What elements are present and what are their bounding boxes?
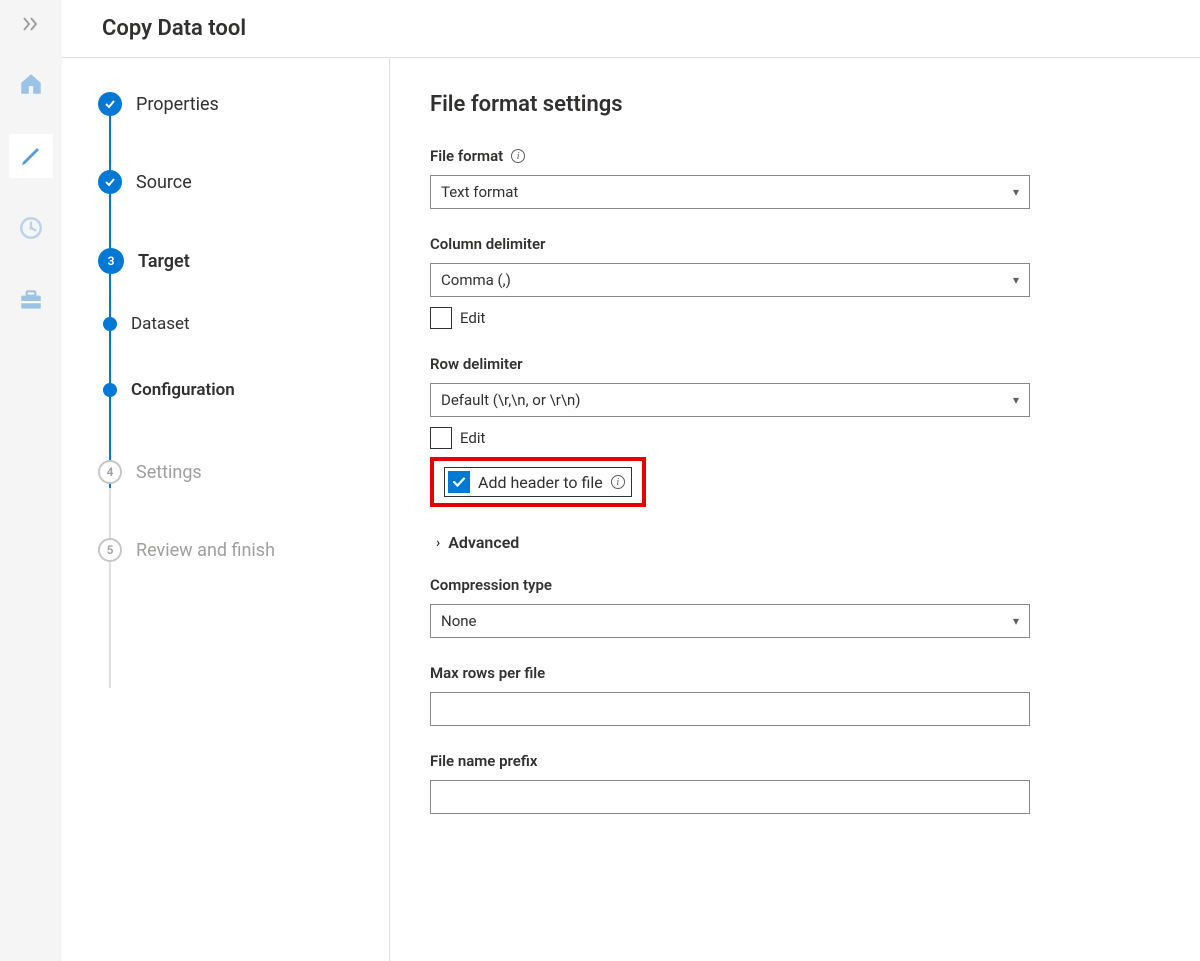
nav-author[interactable] [9, 134, 53, 178]
select-value: Text format [441, 183, 518, 201]
step-label: Source [136, 172, 192, 193]
wizard-steps: Properties Source 3 Target Datas [62, 58, 390, 961]
dot-icon [103, 317, 117, 331]
step-number-icon: 4 [98, 460, 122, 484]
nav-home[interactable] [9, 62, 53, 106]
step-properties[interactable]: Properties [98, 92, 389, 116]
chevron-down-icon: ▾ [1013, 393, 1019, 407]
step-label: Review and finish [136, 540, 275, 561]
step-label: Dataset [131, 314, 190, 334]
substep-dataset[interactable]: Dataset [98, 314, 389, 334]
step-target[interactable]: 3 Target [98, 248, 389, 274]
step-number-icon: 3 [98, 248, 124, 274]
chevron-down-icon: ▾ [1013, 273, 1019, 287]
step-label: Properties [136, 94, 219, 115]
column-delimiter-select[interactable]: Comma (,) ▾ [430, 263, 1030, 297]
max-rows-label: Max rows per file [430, 664, 545, 682]
chevron-down-icon: ▾ [1013, 614, 1019, 628]
add-header-label: Add header to file [478, 473, 603, 492]
step-source[interactable]: Source [98, 170, 389, 194]
check-icon [98, 92, 122, 116]
nav-monitor[interactable] [9, 206, 53, 250]
max-rows-input[interactable] [430, 692, 1030, 726]
file-format-label: File format [430, 147, 503, 165]
column-delimiter-edit-checkbox[interactable] [430, 307, 452, 329]
edit-label: Edit [460, 429, 485, 447]
advanced-label: Advanced [448, 533, 519, 552]
info-icon[interactable]: i [511, 149, 525, 163]
select-value: Comma (,) [441, 271, 511, 289]
step-settings[interactable]: 4 Settings [98, 460, 389, 484]
info-icon[interactable]: i [611, 475, 625, 489]
chevron-right-icon: › [436, 535, 440, 551]
advanced-toggle[interactable]: › Advanced [430, 533, 1200, 552]
step-review[interactable]: 5 Review and finish [98, 538, 389, 562]
chevron-down-icon: ▾ [1013, 185, 1019, 199]
compression-type-select[interactable]: None ▾ [430, 604, 1030, 638]
file-name-prefix-input[interactable] [430, 780, 1030, 814]
select-value: Default (\r,\n, or \r\n) [441, 391, 581, 409]
step-label: Configuration [131, 380, 235, 400]
step-label: Settings [136, 462, 202, 483]
file-format-select[interactable]: Text format ▾ [430, 175, 1030, 209]
add-header-checkbox[interactable] [448, 471, 470, 493]
form-area: File format settings File format i Text … [390, 58, 1200, 961]
dot-icon [103, 383, 117, 397]
left-rail [0, 0, 62, 961]
select-value: None [441, 612, 477, 630]
title-bar: Copy Data tool [62, 0, 1200, 58]
expand-rail-button[interactable] [0, 14, 62, 34]
column-delimiter-label: Column delimiter [430, 235, 545, 253]
check-icon [98, 170, 122, 194]
page-title: Copy Data tool [102, 16, 246, 41]
edit-label: Edit [460, 309, 485, 327]
step-label: Target [138, 251, 190, 272]
step-number-icon: 5 [98, 538, 122, 562]
row-delimiter-edit-checkbox[interactable] [430, 427, 452, 449]
home-icon [18, 71, 44, 97]
edit-icon [19, 144, 43, 168]
substep-configuration[interactable]: Configuration [98, 380, 389, 400]
form-heading: File format settings [430, 92, 1200, 117]
add-header-highlight: Add header to file i [430, 457, 646, 507]
row-delimiter-select[interactable]: Default (\r,\n, or \r\n) ▾ [430, 383, 1030, 417]
nav-manage[interactable] [9, 278, 53, 322]
row-delimiter-label: Row delimiter [430, 355, 523, 373]
toolbox-icon [18, 287, 44, 313]
monitor-icon [18, 215, 44, 241]
file-name-prefix-label: File name prefix [430, 752, 537, 770]
compression-type-label: Compression type [430, 576, 552, 594]
